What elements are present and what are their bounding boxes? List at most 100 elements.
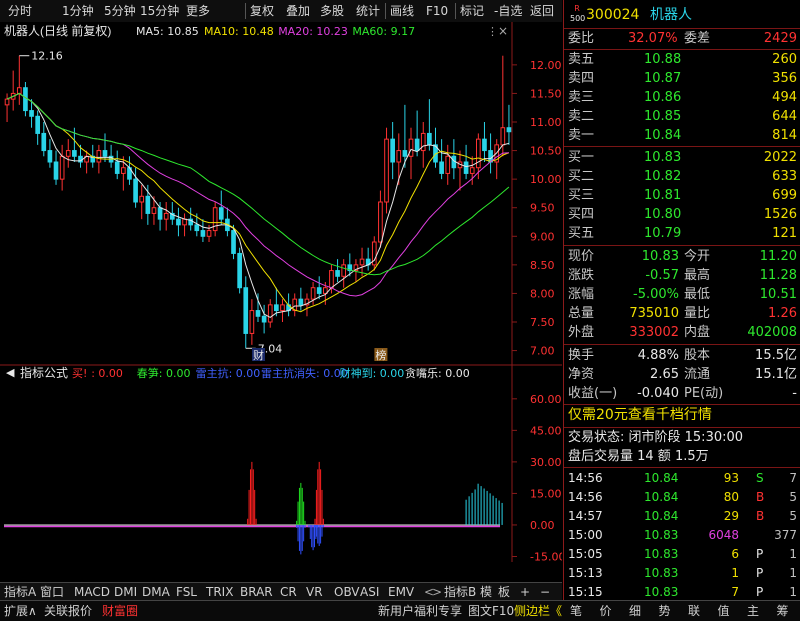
toolbar-item[interactable]: -自选 xyxy=(494,3,522,19)
indicator-tab[interactable]: DMA xyxy=(142,584,170,600)
indicator-tab[interactable]: DMI xyxy=(114,584,137,600)
side-tab[interactable]: 联 xyxy=(688,603,700,619)
toolbar-item[interactable]: 返回 xyxy=(530,3,554,19)
quote-label: 换手 xyxy=(568,348,595,363)
indicator-tab[interactable]: − xyxy=(540,584,550,600)
status-left-item[interactable]: 扩展∧ xyxy=(4,603,37,619)
indicator-tab[interactable]: 指标A xyxy=(4,584,36,600)
quote-value: 10.83 xyxy=(641,249,679,264)
quote-value: 10.51 xyxy=(759,287,797,302)
indicator-tab[interactable]: FSL xyxy=(176,584,197,600)
quote-value: 15.5亿 xyxy=(755,348,797,363)
sell-row[interactable]: 卖二 10.85 644 xyxy=(564,107,800,126)
ma-label: MA5: 10.85 xyxy=(136,25,199,38)
indicator-tab[interactable]: CR xyxy=(280,584,297,600)
indicator-menu-icon[interactable]: ◀ xyxy=(6,366,15,379)
tick-price: 10.84 xyxy=(644,509,679,523)
buy-price: 10.82 xyxy=(644,169,682,184)
buy-row[interactable]: 买五 10.79 121 xyxy=(564,224,800,243)
side-tab[interactable]: 主 xyxy=(747,603,759,619)
buy-row[interactable]: 买三 10.81 699 xyxy=(564,186,800,205)
indicator-y-label: 45.00 xyxy=(530,424,562,437)
weibi-row: 委比 32.07% 委差 2429 xyxy=(564,29,800,48)
tick-price: 10.83 xyxy=(644,528,679,542)
toolbar-item[interactable]: F10 xyxy=(426,3,448,19)
buy-volume: 633 xyxy=(772,169,797,184)
buy-row[interactable]: 买一 10.83 2022 xyxy=(564,148,800,167)
quote-row: 收益(一) -0.040 PE(动) - xyxy=(564,384,800,403)
side-tab[interactable]: 价 xyxy=(600,603,612,619)
candle xyxy=(237,247,242,294)
tick-time: 15:00 xyxy=(568,528,603,542)
tick-row: 14:57 10.84 29 B 5 xyxy=(564,507,800,526)
toolbar-item[interactable]: 叠加 xyxy=(286,3,310,19)
chart-close-icon[interactable]: × xyxy=(498,24,508,38)
quote-value: -0.040 xyxy=(637,386,679,401)
y-tick-label: 10.00 xyxy=(530,173,562,186)
tick-volume: 6048 xyxy=(708,528,739,542)
toolbar-item[interactable]: 标记 xyxy=(460,3,484,19)
quote-row: 总量 735010 量比 1.26 xyxy=(564,304,800,323)
status-right-item[interactable]: 新用户福利专享 xyxy=(378,603,462,619)
toolbar-item[interactable]: 15分钟 xyxy=(140,3,179,19)
chart-settings-icon[interactable]: ⋮ xyxy=(487,25,498,38)
indicator-tab[interactable]: 窗口 xyxy=(40,584,64,600)
sell-row[interactable]: 卖一 10.84 814 xyxy=(564,126,800,145)
buy-volume: 699 xyxy=(772,188,797,203)
status-right-item[interactable]: 图文F10 xyxy=(468,603,514,619)
sell-row[interactable]: 卖四 10.87 356 xyxy=(564,69,800,88)
status-right-item[interactable]: 侧边栏《 xyxy=(514,603,562,619)
tick-count: 1 xyxy=(789,547,797,561)
tick-flag: P xyxy=(756,566,764,580)
toolbar-item[interactable]: 5分钟 xyxy=(104,3,136,19)
side-tab[interactable]: 细 xyxy=(629,603,641,619)
buy-row[interactable]: 买四 10.80 1526 xyxy=(564,205,800,224)
indicator-label: 财神到: 0.00 xyxy=(340,366,405,380)
toolbar-item[interactable]: 画线 xyxy=(390,3,414,19)
indicator-tab[interactable]: BRAR xyxy=(240,584,273,600)
indicator-tab[interactable]: 板 xyxy=(498,584,510,600)
tick-volume: 1 xyxy=(731,566,739,580)
stock-code: 300024 xyxy=(586,7,640,23)
indicator-tab[interactable]: TRIX xyxy=(206,584,233,600)
ranking-marker-text: 榜 xyxy=(375,348,386,362)
quote-value: 15.1亿 xyxy=(755,367,797,382)
tick-volume: 93 xyxy=(723,471,739,485)
quote-value: 333002 xyxy=(629,325,679,340)
status-left-item[interactable]: 财富圈 xyxy=(102,603,138,619)
indicator-tab[interactable]: 模 xyxy=(480,584,492,600)
toolbar-item[interactable]: 统计 xyxy=(356,3,380,19)
buy-row[interactable]: 买二 10.82 633 xyxy=(564,167,800,186)
promo-text[interactable]: 仅需20元查看千档行情 xyxy=(568,406,712,425)
toolbar-item[interactable]: 更多 xyxy=(186,3,210,19)
indicator-tab[interactable]: OBV xyxy=(334,584,360,600)
toolbar-item[interactable]: 分时 xyxy=(8,3,32,19)
toolbar-item[interactable]: 复权 xyxy=(250,3,274,19)
indicator-tab[interactable]: EMV xyxy=(388,584,414,600)
toolbar-item[interactable]: 多股 xyxy=(320,3,344,19)
quote-value: 735010 xyxy=(629,306,679,321)
side-tab[interactable]: 势 xyxy=(659,603,671,619)
tab-scroll-right-icon[interactable]: > xyxy=(432,584,442,600)
indicator-tab[interactable]: VR xyxy=(306,584,323,600)
weicha-label: 委差 xyxy=(684,31,711,46)
tick-price: 10.83 xyxy=(644,566,679,580)
sell-row[interactable]: 卖三 10.86 494 xyxy=(564,88,800,107)
toolbar-separator xyxy=(455,3,456,19)
sell-row[interactable]: 卖五 10.88 260 xyxy=(564,50,800,69)
toolbar-item[interactable]: 1分钟 xyxy=(62,3,94,19)
promo-row[interactable]: 仅需20元查看千档行情 xyxy=(564,406,800,426)
side-tab[interactable]: 筹 xyxy=(777,603,789,619)
indicator-tab[interactable]: + xyxy=(520,584,530,600)
indicator-tab[interactable]: ASI xyxy=(360,584,379,600)
sell-level-label: 卖四 xyxy=(568,71,595,86)
side-tab[interactable]: 笔 xyxy=(570,603,582,619)
indicator-tab[interactable]: MACD xyxy=(74,584,110,600)
status-left-item[interactable]: 关联报价 xyxy=(44,603,92,619)
indicator-tab[interactable]: 指标B xyxy=(444,584,476,600)
chart-title: 机器人(日线 前复权) xyxy=(4,23,111,38)
indicator-title[interactable]: 指标公式 xyxy=(20,365,68,380)
kline-chart[interactable]: 机器人(日线 前复权) MA5: 10.85 MA10: 10.48 MA20: 10… xyxy=(0,22,562,562)
side-tab[interactable]: 值 xyxy=(718,603,730,619)
divider xyxy=(564,467,800,468)
